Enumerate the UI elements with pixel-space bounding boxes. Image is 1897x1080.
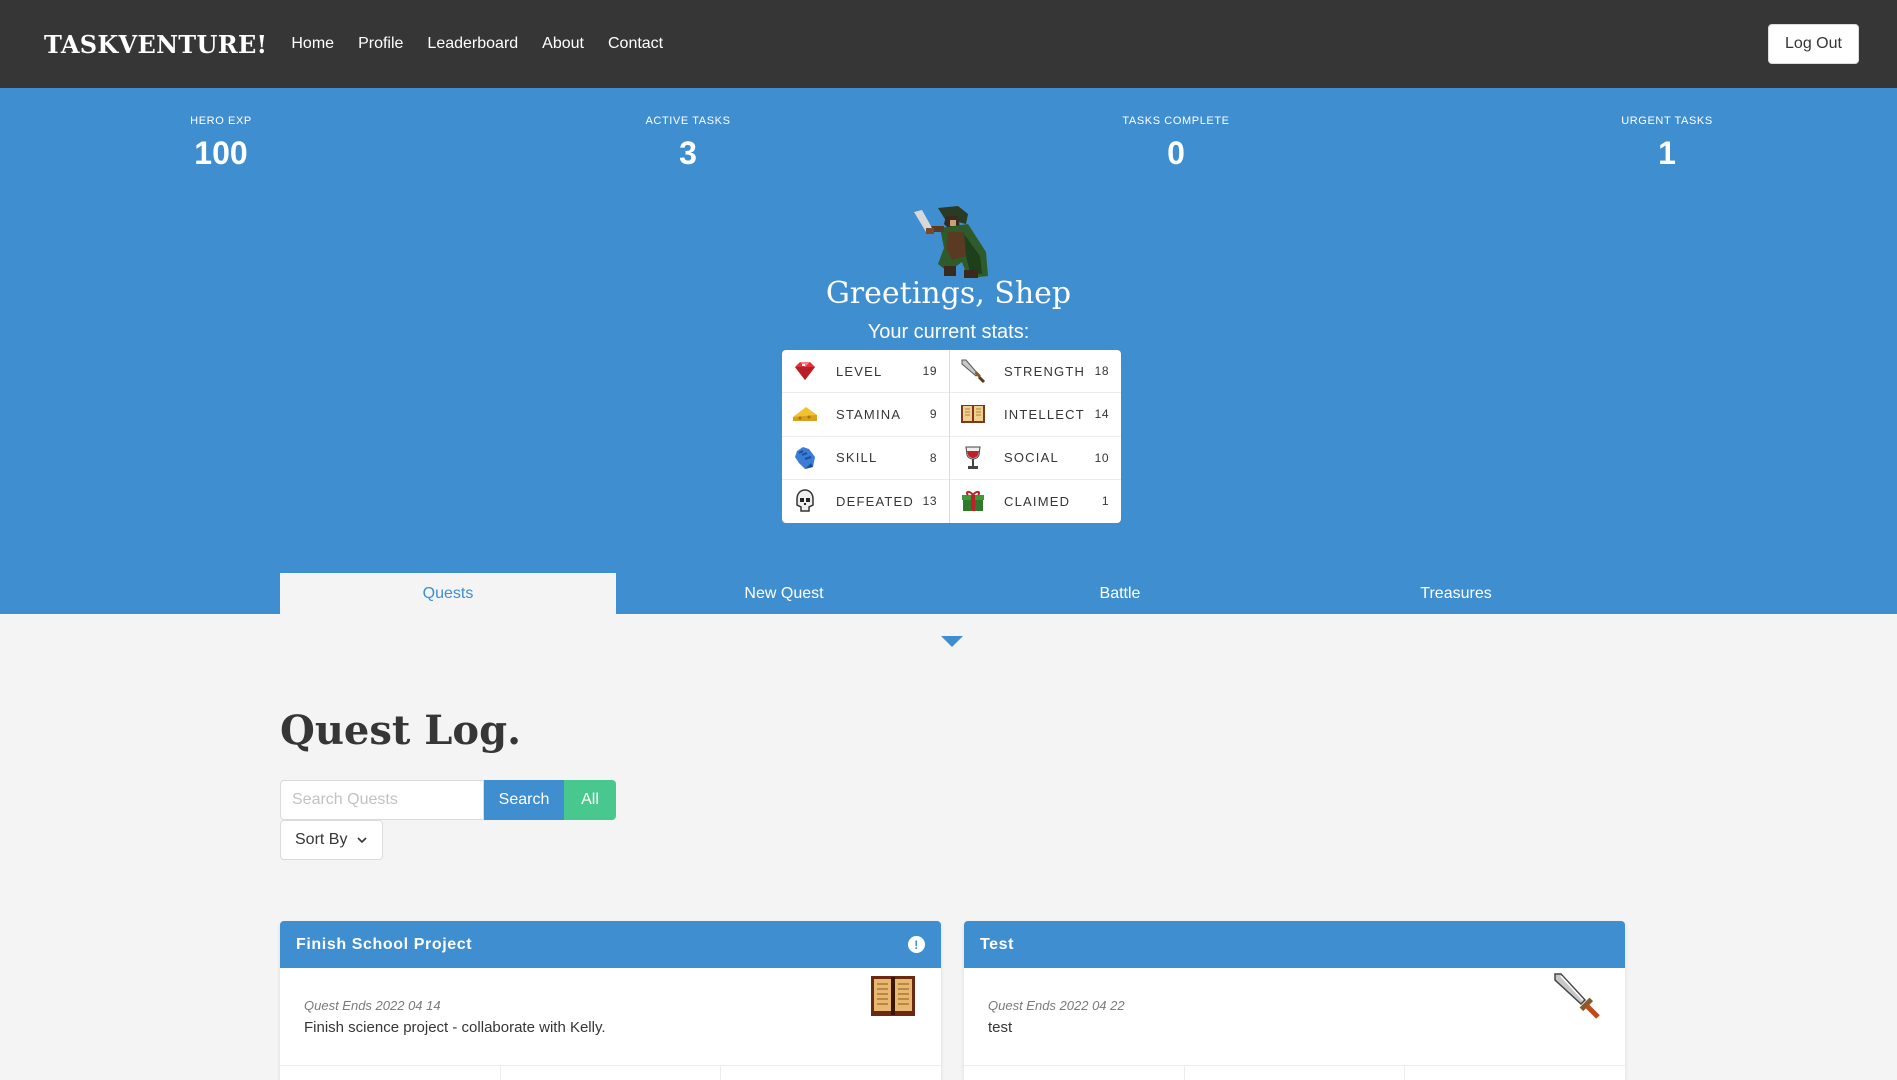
stat-label: LEVEL	[836, 363, 883, 379]
quest-end-date: Quest Ends 2022 04 22	[988, 998, 1125, 1013]
nav-about[interactable]: About	[542, 35, 584, 53]
stat-label: SKILL	[836, 450, 878, 466]
card-header: Finish School Project !	[280, 921, 941, 968]
nav-home[interactable]: Home	[291, 35, 334, 53]
stat-number: 9	[929, 407, 937, 422]
hero-avatar	[914, 206, 988, 278]
stat-number: 18	[1094, 364, 1109, 379]
stat-heading: TASKS COMPLETE	[1122, 115, 1230, 127]
stat-number: 13	[922, 494, 937, 509]
stat-number: 10	[1094, 450, 1109, 465]
stats-column-left: LEVEL 19 STAMINA 9 SKILL 8 DEFEATED 13	[782, 350, 949, 523]
stat-row-claimed: CLAIMED 1	[950, 480, 1121, 523]
sort-label: Sort By	[295, 831, 348, 848]
stat-row-level: LEVEL 19	[782, 350, 949, 394]
stat-label: DEFEATED	[836, 493, 914, 509]
tab-battle[interactable]: Battle	[952, 573, 1288, 614]
skull-icon	[792, 488, 818, 514]
card-title: Test	[980, 935, 1015, 953]
card-header: Test	[964, 921, 1625, 968]
tab-new-quest[interactable]: New Quest	[616, 573, 952, 614]
tabs-bar: Quests New Quest Battle Treasures	[280, 573, 1624, 614]
stat-active-tasks: ACTIVE TASKS 3	[588, 115, 788, 172]
card-title: Finish School Project	[296, 935, 473, 953]
stat-label: CLAIMED	[1004, 493, 1071, 509]
urgent-icon: !	[908, 936, 925, 953]
stat-label: STAMINA	[836, 406, 902, 422]
greeting-title: Greetings, Shep	[825, 276, 1072, 311]
stat-row-intellect: INTELLECT 14	[950, 393, 1121, 437]
stat-number: 1	[1101, 494, 1109, 509]
nav-profile[interactable]: Profile	[358, 35, 403, 53]
gift-icon	[960, 488, 986, 514]
book-icon	[960, 401, 986, 427]
stat-hero-exp: HERO EXP 100	[121, 115, 321, 172]
sword-icon	[960, 358, 986, 384]
stat-label: INTELLECT	[1004, 406, 1085, 422]
chevron-down-icon	[357, 837, 368, 844]
stat-row-stamina: STAMINA 9	[782, 393, 949, 437]
navbar: TASKVENTURE! Home Profile Leaderboard Ab…	[0, 0, 1897, 88]
logout-button[interactable]: Log Out	[1768, 24, 1859, 64]
caret-down-icon	[941, 636, 963, 647]
stat-value: 3	[679, 135, 697, 171]
stat-heading: HERO EXP	[190, 115, 252, 127]
search-input[interactable]	[280, 780, 484, 820]
card-body: Quest Ends 2022 04 22 test	[964, 968, 1625, 1065]
nav-contact[interactable]: Contact	[608, 35, 663, 53]
stat-number: 19	[922, 364, 937, 379]
tab-treasures[interactable]: Treasures	[1288, 573, 1624, 614]
nav-leaderboard[interactable]: Leaderboard	[427, 35, 518, 53]
glove-icon	[792, 445, 818, 471]
sort-dropdown[interactable]: Sort By	[280, 820, 383, 860]
quest-card[interactable]: Test Quest Ends 2022 04 22 test	[964, 921, 1625, 1080]
stat-label: STRENGTH	[1004, 363, 1086, 379]
stat-tasks-complete: TASKS COMPLETE 0	[1076, 115, 1276, 172]
brand-logo[interactable]: TASKVENTURE!	[44, 30, 267, 59]
book-icon	[871, 976, 915, 1016]
stat-label: SOCIAL	[1004, 450, 1059, 466]
stat-value: 100	[194, 135, 248, 171]
cheese-icon	[792, 401, 818, 427]
quest-end-date: Quest Ends 2022 04 14	[304, 998, 441, 1013]
stats-panel: LEVEL 19 STAMINA 9 SKILL 8 DEFEATED 13 S…	[782, 350, 1121, 523]
stat-heading: URGENT TASKS	[1621, 115, 1713, 127]
quest-description: Finish science project - collaborate wit…	[304, 1019, 606, 1036]
stat-row-skill: SKILL 8	[782, 437, 949, 480]
stat-value: 0	[1167, 135, 1185, 171]
stat-row-defeated: DEFEATED 13	[782, 480, 949, 523]
stat-row-strength: STRENGTH 18	[950, 350, 1121, 394]
stat-value: 1	[1658, 135, 1676, 171]
gem-icon	[792, 358, 818, 384]
stat-heading: ACTIVE TASKS	[645, 115, 731, 127]
sword-icon	[1554, 973, 1600, 1019]
quest-description: test	[988, 1019, 1013, 1036]
stat-number: 8	[929, 450, 937, 465]
goblet-icon	[960, 445, 986, 471]
stat-number: 14	[1094, 407, 1109, 422]
search-bar: Search All	[280, 780, 616, 820]
stats-column-right: STRENGTH 18 INTELLECT 14 SOCIAL 10 CLAIM…	[950, 350, 1121, 523]
hero-section: HERO EXP 100 ACTIVE TASKS 3 TASKS COMPLE…	[0, 88, 1897, 614]
tab-quests[interactable]: Quests	[280, 573, 616, 614]
stat-row-social: SOCIAL 10	[950, 437, 1121, 480]
card-body: Quest Ends 2022 04 14 Finish science pro…	[280, 968, 941, 1065]
quest-log-title: Quest Log.	[280, 707, 521, 754]
all-button[interactable]: All	[564, 780, 616, 820]
search-button[interactable]: Search	[484, 780, 564, 820]
quest-card[interactable]: Finish School Project ! Quest Ends 2022 …	[280, 921, 941, 1080]
card-footer	[280, 1065, 941, 1080]
card-footer	[964, 1065, 1625, 1080]
stat-urgent-tasks: URGENT TASKS 1	[1567, 115, 1767, 172]
greeting-subtitle: Your current stats:	[867, 321, 1030, 343]
